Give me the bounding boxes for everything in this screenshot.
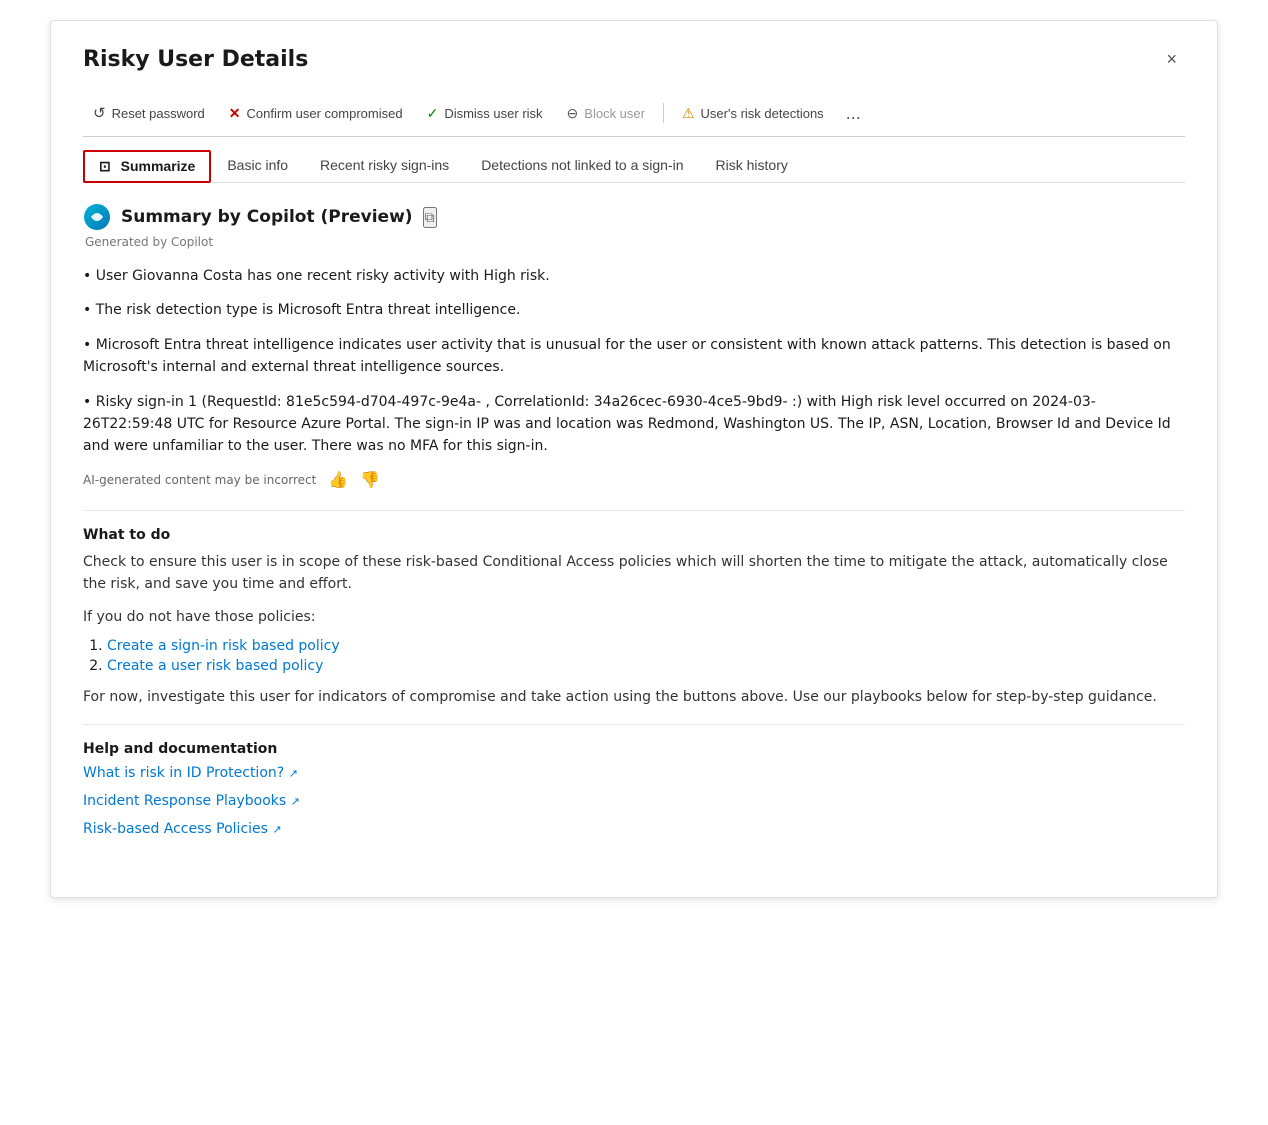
summarize-tab-label: Summarize bbox=[121, 158, 196, 174]
what-to-do-body1: Check to ensure this user is in scope of… bbox=[83, 551, 1185, 596]
tab-basic-info[interactable]: Basic info bbox=[211, 149, 304, 183]
confirm-compromised-button[interactable]: ✕ Confirm user compromised bbox=[219, 99, 413, 128]
block-icon: ⊖ bbox=[567, 105, 579, 122]
policy-list-item-1: Create a sign-in risk based policy bbox=[107, 638, 1185, 654]
help-title: Help and documentation bbox=[83, 741, 1185, 757]
tab-bar: ⊡ Summarize Basic info Recent risky sign… bbox=[83, 137, 1185, 183]
block-user-label: Block user bbox=[584, 106, 645, 121]
bullet-3-text: • Microsoft Entra threat intelligence in… bbox=[83, 337, 1171, 375]
help-link-2-item: Incident Response Playbooks ↗ bbox=[83, 793, 1185, 809]
what-is-risk-link[interactable]: What is risk in ID Protection? ↗ bbox=[83, 765, 298, 781]
warning-icon: ⚠ bbox=[682, 105, 695, 122]
toolbar-separator bbox=[663, 103, 664, 123]
what-to-do-body2: For now, investigate this user for indic… bbox=[83, 686, 1185, 708]
if-not-policies: If you do not have those policies: bbox=[83, 606, 1185, 628]
help-link-1-item: What is risk in ID Protection? ↗ bbox=[83, 765, 1185, 781]
copy-button[interactable]: ⧉ bbox=[423, 207, 437, 228]
reset-password-label: Reset password bbox=[112, 106, 205, 121]
tab-recent-sign-ins[interactable]: Recent risky sign-ins bbox=[304, 149, 465, 183]
x-icon: ✕ bbox=[229, 105, 241, 122]
ai-disclaimer: AI-generated content may be incorrect bbox=[83, 473, 316, 487]
external-link-icon-3: ↗ bbox=[272, 823, 281, 836]
panel-header: Risky User Details × bbox=[83, 45, 1185, 74]
bullet-2: • The risk detection type is Microsoft E… bbox=[83, 299, 1185, 321]
dismiss-risk-label: Dismiss user risk bbox=[444, 106, 542, 121]
generated-by-label: Generated by Copilot bbox=[85, 235, 1185, 249]
create-user-risk-policy-link[interactable]: Create a user risk based policy bbox=[107, 658, 323, 674]
risk-detections-button[interactable]: ⚠ User's risk detections bbox=[672, 99, 834, 128]
risk-detections-label: User's risk detections bbox=[701, 106, 824, 121]
summarize-tab-icon: ⊡ bbox=[99, 158, 111, 174]
bullet-2-text: • The risk detection type is Microsoft E… bbox=[83, 302, 520, 318]
create-sign-in-policy-link[interactable]: Create a sign-in risk based policy bbox=[107, 638, 340, 654]
copilot-icon bbox=[83, 203, 111, 231]
panel-title: Risky User Details bbox=[83, 47, 308, 72]
tab-summarize[interactable]: ⊡ Summarize bbox=[83, 150, 211, 183]
bullet-1: • User Giovanna Costa has one recent ris… bbox=[83, 265, 1185, 287]
help-section: Help and documentation What is risk in I… bbox=[83, 741, 1185, 837]
bullet-4: • Risky sign-in 1 (RequestId: 81e5c594-d… bbox=[83, 391, 1185, 458]
close-button[interactable]: × bbox=[1158, 45, 1185, 74]
bullet-4-text: • Risky sign-in 1 (RequestId: 81e5c594-d… bbox=[83, 394, 1171, 455]
feedback-row: AI-generated content may be incorrect 👍 … bbox=[83, 470, 1185, 490]
section-divider bbox=[83, 510, 1185, 511]
risk-based-access-label: Risk-based Access Policies bbox=[83, 821, 268, 837]
external-link-icon-1: ↗ bbox=[289, 767, 298, 780]
summary-title: Summary by Copilot (Preview) bbox=[121, 207, 413, 227]
dismiss-risk-button[interactable]: ✓ Dismiss user risk bbox=[417, 99, 553, 128]
help-link-3-item: Risk-based Access Policies ↗ bbox=[83, 821, 1185, 837]
incident-response-link[interactable]: Incident Response Playbooks ↗ bbox=[83, 793, 300, 809]
tab-risk-history[interactable]: Risk history bbox=[700, 149, 804, 183]
block-user-button[interactable]: ⊖ Block user bbox=[557, 99, 655, 128]
detections-tab-label: Detections not linked to a sign-in bbox=[481, 157, 683, 173]
risky-user-details-panel: Risky User Details × ↺ Reset password ✕ … bbox=[50, 20, 1218, 898]
section-divider-2 bbox=[83, 724, 1185, 725]
toolbar: ↺ Reset password ✕ Confirm user compromi… bbox=[83, 90, 1185, 137]
what-is-risk-label: What is risk in ID Protection? bbox=[83, 765, 284, 781]
what-to-do-section: What to do Check to ensure this user is … bbox=[83, 527, 1185, 709]
reset-password-icon: ↺ bbox=[93, 104, 106, 122]
bullet-3: • Microsoft Entra threat intelligence in… bbox=[83, 334, 1185, 379]
check-icon: ✓ bbox=[427, 105, 439, 122]
basic-info-tab-label: Basic info bbox=[227, 157, 288, 173]
content-area: Summary by Copilot (Preview) ⧉ Generated… bbox=[83, 203, 1185, 865]
more-options-button[interactable]: ... bbox=[838, 99, 869, 128]
thumbs-up-button[interactable]: 👍 bbox=[328, 470, 348, 490]
summary-header: Summary by Copilot (Preview) ⧉ bbox=[83, 203, 1185, 231]
thumbs-down-button[interactable]: 👎 bbox=[360, 470, 380, 490]
external-link-icon-2: ↗ bbox=[291, 795, 300, 808]
what-to-do-title: What to do bbox=[83, 527, 1185, 543]
confirm-compromised-label: Confirm user compromised bbox=[247, 106, 403, 121]
reset-password-button[interactable]: ↺ Reset password bbox=[83, 98, 215, 128]
tab-detections[interactable]: Detections not linked to a sign-in bbox=[465, 149, 699, 183]
recent-sign-ins-tab-label: Recent risky sign-ins bbox=[320, 157, 449, 173]
policy-list-item-2: Create a user risk based policy bbox=[107, 658, 1185, 674]
risk-history-tab-label: Risk history bbox=[716, 157, 788, 173]
incident-response-label: Incident Response Playbooks bbox=[83, 793, 286, 809]
risk-based-access-link[interactable]: Risk-based Access Policies ↗ bbox=[83, 821, 282, 837]
policy-list: Create a sign-in risk based policy Creat… bbox=[107, 638, 1185, 674]
bullet-1-text: • User Giovanna Costa has one recent ris… bbox=[83, 268, 550, 284]
